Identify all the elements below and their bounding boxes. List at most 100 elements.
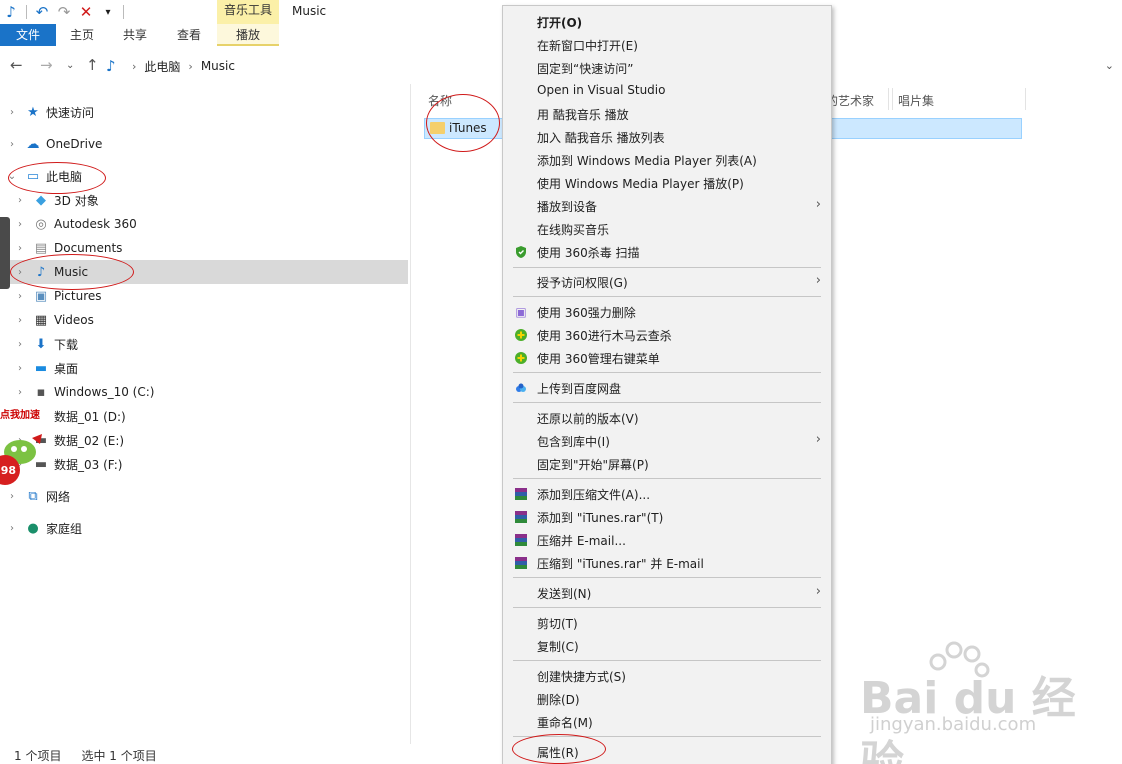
- nav-item-videos[interactable]: › ▦ Videos: [14, 308, 94, 332]
- column-header-album[interactable]: 唱片集: [898, 92, 934, 109]
- expand-chevron-icon[interactable]: ›: [6, 523, 18, 534]
- menu-item-pin-quick-access[interactable]: 固定到“快速访问”: [503, 56, 831, 79]
- customize-dropdown-icon[interactable]: ▾: [97, 2, 119, 22]
- expand-chevron-icon[interactable]: ›: [6, 107, 18, 118]
- menu-item-play-wmp[interactable]: 使用 Windows Media Player 播放(P): [503, 171, 831, 194]
- nav-item-drive-c[interactable]: › ▪ Windows_10 (C:): [14, 380, 154, 404]
- menu-item-label: 播放到设备: [537, 200, 598, 214]
- winrar-icon: [513, 486, 529, 502]
- menu-item-360-shred[interactable]: ▣ 使用 360强力删除: [503, 300, 831, 323]
- menu-item-baidu-netdisk[interactable]: 上传到百度网盘: [503, 376, 831, 399]
- nav-item-autodesk-360[interactable]: › ◎ Autodesk 360: [14, 212, 137, 236]
- status-bar: 1 个项目 选中 1 个项目: [14, 747, 157, 764]
- nav-item-documents[interactable]: › ▤ Documents: [14, 236, 122, 260]
- nav-item-network[interactable]: › ⧉ 网络: [6, 484, 70, 508]
- file-name[interactable]: iTunes: [449, 121, 487, 135]
- menu-item-open-in-visual-studio[interactable]: Open in Visual Studio: [503, 79, 831, 102]
- column-header-name[interactable]: 名称: [428, 92, 452, 109]
- forward-arrow-icon[interactable]: →: [40, 56, 53, 74]
- menu-item-add-wmp-list[interactable]: 添加到 Windows Media Player 列表(A): [503, 148, 831, 171]
- menu-item-play-to-device[interactable]: 播放到设备 ›: [503, 194, 831, 217]
- delete-icon[interactable]: ✕: [75, 2, 97, 22]
- redo-icon[interactable]: ↷: [53, 2, 75, 22]
- up-arrow-icon[interactable]: ↑: [86, 56, 99, 74]
- collapse-chevron-icon[interactable]: ⌄: [6, 171, 18, 182]
- menu-item-play-kuwo[interactable]: 用 酷我音乐 播放: [503, 102, 831, 125]
- menu-item-include-library[interactable]: 包含到库中(I) ›: [503, 429, 831, 452]
- expand-chevron-icon[interactable]: ›: [14, 339, 26, 350]
- 360-trojan-scan-icon: [513, 327, 529, 343]
- expand-chevron-icon[interactable]: ›: [14, 387, 26, 398]
- tab-home[interactable]: 主页: [56, 24, 108, 46]
- menu-item-compress-email[interactable]: 压缩并 E-mail...: [503, 528, 831, 551]
- expand-chevron-icon[interactable]: ›: [14, 363, 26, 374]
- tab-play[interactable]: 播放: [217, 24, 279, 46]
- menu-item-360-menu-manager[interactable]: 使用 360管理右键菜单: [503, 346, 831, 369]
- menu-item-add-archive[interactable]: 添加到压缩文件(A)...: [503, 482, 831, 505]
- expand-chevron-icon[interactable]: ›: [6, 491, 18, 502]
- nav-item-desktop[interactable]: › ▬ 桌面: [14, 356, 78, 380]
- menu-item-label: 加入 酷我音乐 播放列表: [537, 131, 665, 145]
- tab-share[interactable]: 共享: [108, 24, 162, 46]
- menu-item-360-trojan-scan[interactable]: 使用 360进行木马云查杀: [503, 323, 831, 346]
- column-divider[interactable]: [1025, 88, 1026, 110]
- menu-item-rename[interactable]: 重命名(M): [503, 710, 831, 733]
- menu-item-add-itunes-rar[interactable]: 添加到 "iTunes.rar"(T): [503, 505, 831, 528]
- menu-item-cut[interactable]: 剪切(T): [503, 611, 831, 634]
- menu-item-label: 压缩并 E-mail...: [537, 534, 626, 548]
- expand-chevron-icon[interactable]: ›: [14, 267, 26, 278]
- breadcrumb-music[interactable]: Music: [201, 59, 235, 73]
- toolbar-separator: [123, 5, 124, 19]
- pane-divider[interactable]: [410, 84, 411, 744]
- menu-item-copy[interactable]: 复制(C): [503, 634, 831, 657]
- expand-chevron-icon[interactable]: ›: [14, 243, 26, 254]
- address-dropdown-icon[interactable]: ⌄: [1105, 59, 1114, 72]
- tab-file[interactable]: 文件: [0, 24, 56, 46]
- breadcrumb-chevron-icon[interactable]: ›: [132, 60, 136, 73]
- menu-item-grant-access[interactable]: 授予访问权限(G) ›: [503, 270, 831, 293]
- column-divider[interactable]: [888, 88, 889, 110]
- expand-chevron-icon[interactable]: ›: [14, 195, 26, 206]
- nav-item-homegroup[interactable]: › ● 家庭组: [6, 516, 82, 540]
- speedup-button[interactable]: 点我加速: [0, 406, 46, 424]
- side-panel-handle[interactable]: [0, 217, 10, 289]
- music-icon[interactable]: ♪: [0, 2, 22, 22]
- nav-item-this-pc[interactable]: ⌄ ▭ 此电脑: [6, 164, 82, 188]
- nav-item-quick-access[interactable]: › ★ 快速访问: [6, 100, 94, 124]
- menu-item-restore-versions[interactable]: 还原以前的版本(V): [503, 406, 831, 429]
- menu-item-add-kuwo-playlist[interactable]: 加入 酷我音乐 播放列表: [503, 125, 831, 148]
- nav-item-label: Documents: [54, 241, 123, 255]
- nav-item-pictures[interactable]: › ▣ Pictures: [14, 284, 102, 308]
- expand-chevron-icon[interactable]: ›: [14, 219, 26, 230]
- menu-item-properties[interactable]: 属性(R): [503, 740, 831, 763]
- pictures-icon: ▣: [34, 288, 48, 304]
- nav-item-music[interactable]: › ♪ Music: [0, 260, 408, 284]
- nav-item-onedrive[interactable]: › ☁ OneDrive: [6, 132, 102, 156]
- download-arrow-icon: ⬇: [35, 336, 47, 352]
- recent-locations-chevron-icon[interactable]: ⌄: [66, 60, 74, 71]
- menu-item-pin-start[interactable]: 固定到"开始"屏幕(P): [503, 452, 831, 475]
- expand-chevron-icon[interactable]: ›: [6, 139, 18, 150]
- breadcrumb-chevron-icon[interactable]: ›: [188, 60, 192, 73]
- expand-chevron-icon[interactable]: ›: [14, 315, 26, 326]
- menu-item-label: 在线购买音乐: [537, 223, 610, 237]
- column-divider[interactable]: [892, 88, 893, 110]
- menu-item-create-shortcut[interactable]: 创建快捷方式(S): [503, 664, 831, 687]
- menu-item-360-scan[interactable]: 使用 360杀毒 扫描: [503, 240, 831, 263]
- nav-item-label: 数据_03 (F:): [54, 457, 123, 472]
- nav-item-3d-objects[interactable]: › ◆ 3D 对象: [14, 188, 99, 212]
- menu-item-label: 添加到压缩文件(A)...: [537, 488, 651, 502]
- breadcrumb-this-pc[interactable]: 此电脑: [144, 58, 180, 75]
- menu-item-send-to[interactable]: 发送到(N) ›: [503, 581, 831, 604]
- menu-item-open[interactable]: 打开(O): [503, 10, 831, 33]
- expand-chevron-icon[interactable]: ›: [14, 291, 26, 302]
- undo-icon[interactable]: ↶: [31, 2, 53, 22]
- menu-item-delete[interactable]: 删除(D): [503, 687, 831, 710]
- menu-item-compress-itunes-email[interactable]: 压缩到 "iTunes.rar" 并 E-mail: [503, 551, 831, 574]
- menu-item-open-new-window[interactable]: 在新窗口中打开(E): [503, 33, 831, 56]
- tab-view[interactable]: 查看: [162, 24, 216, 46]
- menu-item-label: 使用 Windows Media Player 播放(P): [537, 177, 744, 191]
- back-arrow-icon[interactable]: ←: [10, 56, 23, 74]
- menu-item-buy-music[interactable]: 在线购买音乐: [503, 217, 831, 240]
- nav-item-downloads[interactable]: › ⬇ 下载: [14, 332, 78, 356]
